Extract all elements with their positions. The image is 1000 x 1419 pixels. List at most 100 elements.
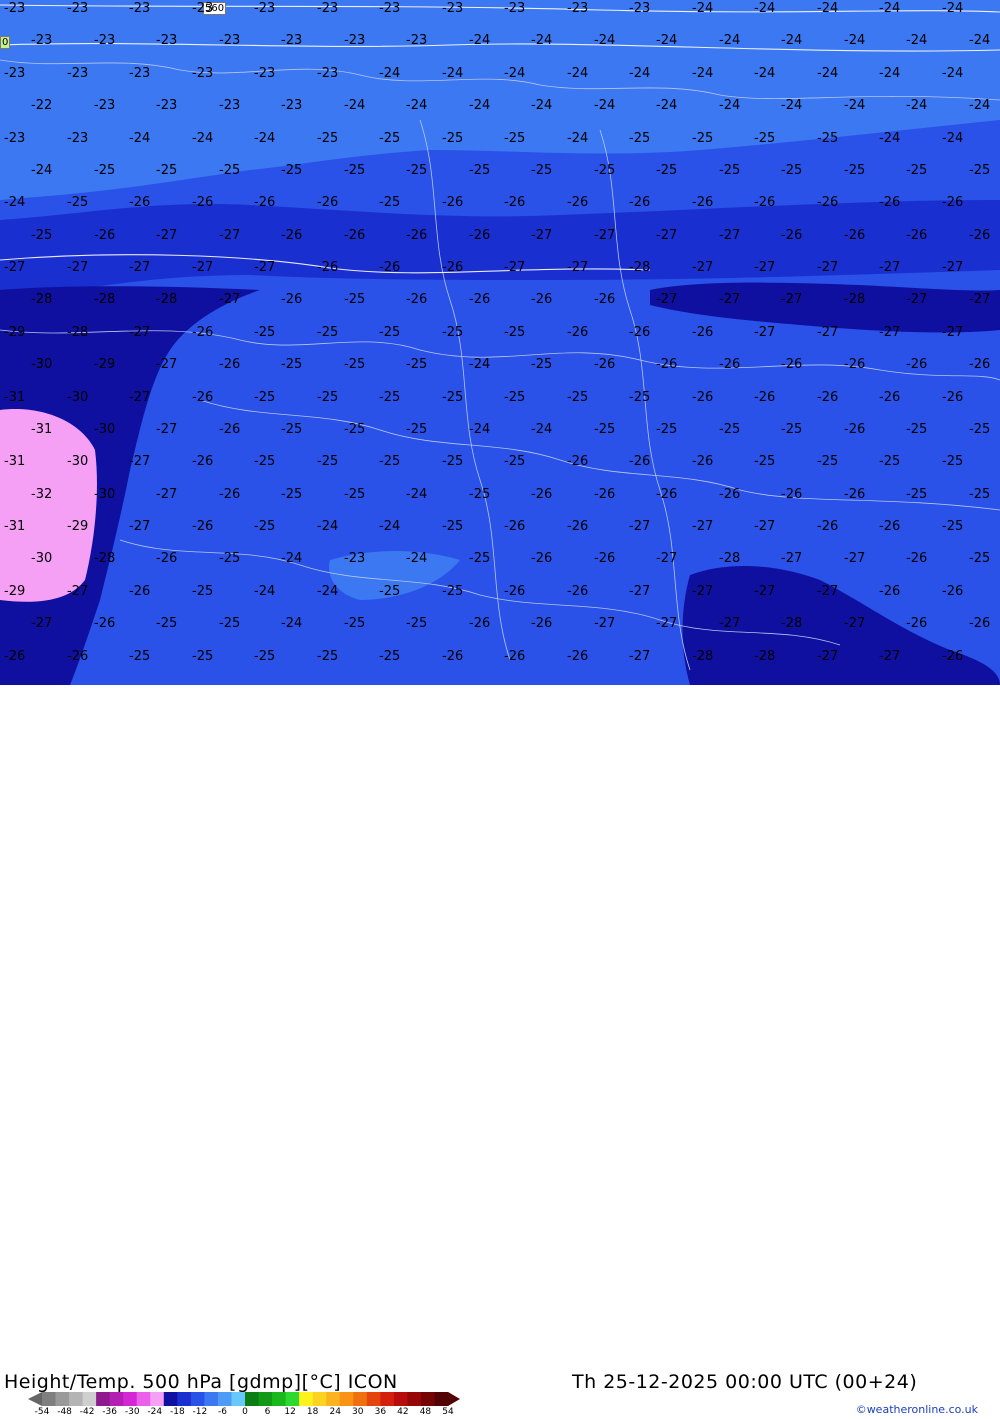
temperature-label: -28	[31, 293, 52, 306]
temperature-label: -26	[469, 229, 490, 242]
temperature-label: -23	[317, 2, 338, 15]
colorbar-segment	[96, 1392, 110, 1406]
temperature-label: -27	[969, 293, 990, 306]
temperature-label: -24	[969, 34, 990, 47]
map-title: Height/Temp. 500 hPa [gdmp][°C] ICON	[4, 1371, 398, 1393]
temperature-label: -24	[192, 132, 213, 145]
temperature-label: -26	[879, 520, 900, 533]
temperature-label: -26	[844, 229, 865, 242]
temperature-label: -26	[594, 293, 615, 306]
temperature-label: -24	[719, 34, 740, 47]
temperature-label: -25	[406, 164, 427, 177]
temperature-label: -26	[754, 391, 775, 404]
temperature-label: -27	[129, 455, 150, 468]
temperature-label: -26	[969, 229, 990, 242]
temperature-label: -26	[594, 488, 615, 501]
temperature-label: -25	[442, 391, 463, 404]
temperature-label: -25	[629, 132, 650, 145]
temperature-label: -25	[781, 423, 802, 436]
temperature-label: -25	[254, 520, 275, 533]
colorbar-segment	[191, 1392, 205, 1406]
temperature-label: -25	[442, 455, 463, 468]
temperature-label: -27	[817, 326, 838, 339]
colorbar-tick-label: -42	[80, 1407, 95, 1417]
temperature-label: -26	[192, 391, 213, 404]
temperature-label: -29	[4, 585, 25, 598]
colorbar-tick-label: -54	[35, 1407, 50, 1417]
temperature-label: -26	[504, 650, 525, 663]
temperature-label: -26	[629, 326, 650, 339]
temperature-label: -24	[281, 552, 302, 565]
temperature-label: -26	[442, 650, 463, 663]
temperature-label: -24	[656, 34, 677, 47]
temperature-label: -26	[719, 488, 740, 501]
colorbar-segment	[69, 1392, 83, 1406]
temperature-label: -27	[567, 261, 588, 274]
temperature-label: -25	[844, 164, 865, 177]
temperature-label: -27	[156, 229, 177, 242]
temperature-label: -24	[442, 67, 463, 80]
temperature-label: -27	[879, 650, 900, 663]
temperature-label: -25	[281, 488, 302, 501]
temperature-label: -24	[254, 132, 275, 145]
temperature-label: -23	[254, 2, 275, 15]
temperature-label: -26	[879, 196, 900, 209]
temperature-label: -27	[156, 488, 177, 501]
colorbar-segment	[83, 1392, 97, 1406]
temperature-label: -27	[817, 585, 838, 598]
temperature-label: -30	[67, 391, 88, 404]
temperature-label: -24	[469, 34, 490, 47]
temperature-label: -23	[129, 67, 150, 80]
colorbar-tick-label: 0	[242, 1407, 248, 1417]
temperature-label: -25	[219, 164, 240, 177]
temperature-label: -23	[344, 552, 365, 565]
temperature-label: -25	[192, 650, 213, 663]
temperature-label: -25	[469, 552, 490, 565]
temperature-label: -25	[629, 391, 650, 404]
temperature-label: -25	[906, 164, 927, 177]
temperature-label: -26	[531, 488, 552, 501]
temperature-label: -27	[129, 326, 150, 339]
temperature-label: -24	[942, 132, 963, 145]
temperature-label: -27	[129, 520, 150, 533]
temperature-label: -25	[406, 423, 427, 436]
temperature-label: -24	[129, 132, 150, 145]
temperature-label: -25	[504, 391, 525, 404]
temperature-label: -28	[94, 293, 115, 306]
temperature-label: -24	[254, 585, 275, 598]
temperature-label: -25	[281, 164, 302, 177]
temperature-label: -23	[281, 34, 302, 47]
temperature-label: -27	[942, 261, 963, 274]
temperature-label: -25	[317, 650, 338, 663]
temperature-label: -24	[906, 34, 927, 47]
temperature-label: -23	[317, 67, 338, 80]
colorbar-segment	[367, 1392, 381, 1406]
temperature-label: -25	[781, 164, 802, 177]
temperature-label: -26	[906, 552, 927, 565]
temperature-label: -29	[94, 358, 115, 371]
temperature-label: -25	[817, 132, 838, 145]
colorbar-segment	[56, 1392, 70, 1406]
temperature-label: -26	[94, 229, 115, 242]
temperature-label: -25	[719, 423, 740, 436]
colorbar-segment	[380, 1392, 394, 1406]
map-footer: Height/Temp. 500 hPa [gdmp][°C] ICON Th …	[0, 685, 1000, 733]
colorbar-segment	[394, 1392, 408, 1406]
temperature-label: -26	[719, 358, 740, 371]
temperature-label: -25	[129, 650, 150, 663]
temperature-label: -26	[942, 196, 963, 209]
colorbar-segment	[137, 1392, 151, 1406]
temperature-label: -24	[817, 67, 838, 80]
colorbar-segment	[286, 1392, 300, 1406]
temperature-label: -24	[844, 34, 865, 47]
credit-link[interactable]: ©weatheronline.co.uk	[856, 1403, 978, 1416]
temperature-label: -27	[844, 617, 865, 630]
temperature-label: -24	[844, 99, 865, 112]
colorbar-tick-label: -12	[193, 1407, 208, 1417]
temperature-label: -25	[656, 423, 677, 436]
temperature-label: -26	[906, 229, 927, 242]
temperature-label: -24	[969, 99, 990, 112]
colorbar-tick-label: -24	[147, 1407, 162, 1417]
temperature-label: -26	[219, 488, 240, 501]
temperature-label: -26	[192, 455, 213, 468]
